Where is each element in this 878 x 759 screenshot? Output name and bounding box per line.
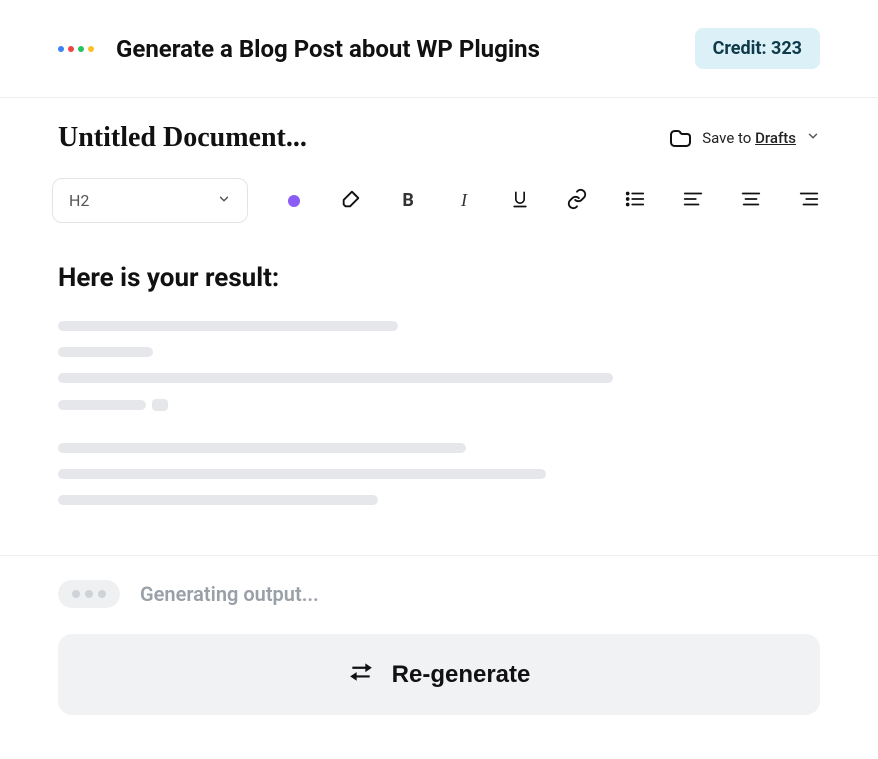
heading-select[interactable]: H2 [52,178,248,223]
dot-red [68,46,74,52]
text-color-button[interactable] [284,189,304,213]
status-text: Generating output... [140,582,319,606]
link-button[interactable] [566,189,588,213]
dot-icon [98,590,106,598]
align-center-button[interactable] [740,189,762,213]
link-icon [566,188,588,214]
document-bar: Untitled Document... Save to Drafts [0,98,878,164]
list-button[interactable] [624,189,646,213]
chevron-down-icon [806,129,820,147]
regenerate-label: Re-generate [392,661,531,689]
save-to-dropdown[interactable]: Save to Drafts [668,127,820,149]
skeleton-line [58,321,398,331]
bold-button[interactable]: B [398,189,418,213]
skeleton-line [58,347,153,357]
header-left: Generate a Blog Post about WP Plugins [58,35,540,63]
folder-icon [668,127,692,149]
save-location: Drafts [755,129,796,147]
color-swatch-icon [288,195,300,207]
skeleton-line [58,495,378,505]
skeleton-line [58,443,466,453]
heading-value: H2 [69,191,89,210]
list-icon [624,188,646,214]
app-header: Generate a Blog Post about WP Plugins Cr… [0,0,878,98]
status-row: Generating output... [58,580,820,608]
dot-green [78,46,84,52]
swap-icon [348,660,374,689]
editor-toolbar: H2 B I [0,164,878,249]
align-left-button[interactable] [682,189,704,213]
editor-content[interactable]: Here is your result: [0,249,878,555]
align-left-icon [682,188,704,214]
typing-indicator [58,580,120,608]
save-to-label: Save to Drafts [702,129,796,147]
highlight-button[interactable] [340,189,362,213]
align-center-icon [740,188,762,214]
align-right-button[interactable] [798,189,820,213]
page-title: Generate a Blog Post about WP Plugins [116,35,540,63]
underline-icon [510,189,530,213]
chevron-down-icon [217,191,231,210]
credit-badge: Credit: 323 [695,28,820,69]
align-right-icon [798,188,820,214]
italic-button[interactable]: I [454,189,474,213]
result-heading: Here is your result: [58,263,820,293]
footer: Generating output... Re-generate [0,555,878,759]
regenerate-button[interactable]: Re-generate [58,634,820,715]
skeleton-line [58,399,820,427]
app-logo-dots [58,46,94,52]
document-name[interactable]: Untitled Document... [58,122,307,154]
underline-button[interactable] [510,189,530,213]
dot-icon [85,590,93,598]
dot-icon [72,590,80,598]
skeleton-line [58,373,613,383]
skeleton-line [58,469,546,479]
dot-blue [58,46,64,52]
dot-yellow [88,46,94,52]
highlighter-icon [340,188,362,214]
